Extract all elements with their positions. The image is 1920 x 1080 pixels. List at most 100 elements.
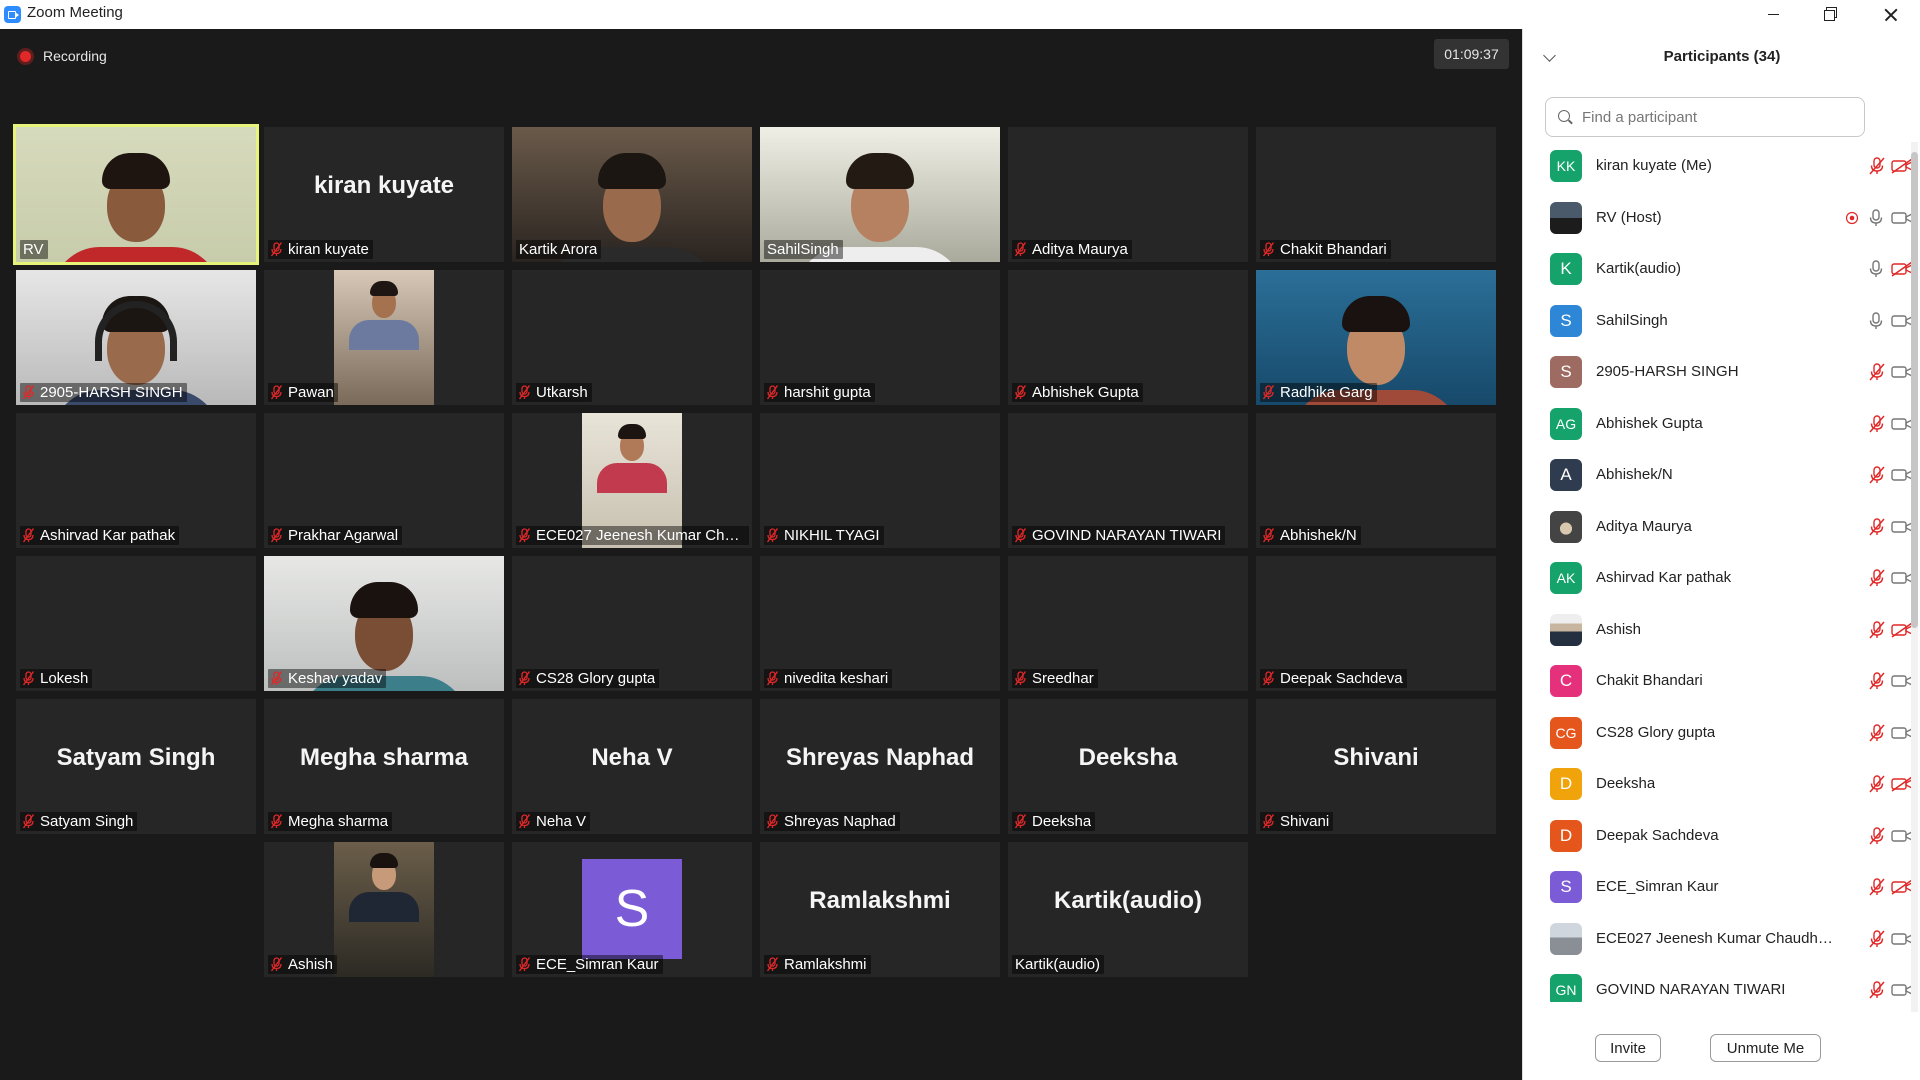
microphone-muted-icon[interactable]: [1869, 517, 1885, 541]
video-camera-icon[interactable]: [1891, 673, 1913, 694]
video-camera-icon[interactable]: [1891, 467, 1913, 488]
video-camera-off-icon[interactable]: [1891, 261, 1913, 282]
video-tile[interactable]: Prakhar Agarwal: [264, 413, 504, 548]
video-tile[interactable]: Satyam Singh Satyam Singh: [16, 699, 256, 834]
participant-row[interactable]: K Kartik(audio): [1523, 245, 1913, 296]
video-tile[interactable]: S ECE_Simran Kaur: [512, 842, 752, 977]
video-camera-icon[interactable]: [1891, 931, 1913, 952]
participant-row[interactable]: Aditya Maurya: [1523, 503, 1913, 554]
participant-name: Kartik Arora: [519, 241, 598, 258]
scrollbar[interactable]: [1911, 142, 1918, 1012]
search-box[interactable]: [1545, 97, 1865, 137]
video-camera-icon[interactable]: [1891, 570, 1913, 591]
participant-row[interactable]: D Deeksha: [1523, 760, 1913, 811]
video-tile[interactable]: Megha sharma Megha sharma: [264, 699, 504, 834]
video-tile[interactable]: ECE027 Jeenesh Kumar Cha...: [512, 413, 752, 548]
minimize-button[interactable]: [1746, 0, 1800, 29]
participant-row[interactable]: AK Ashirvad Kar pathak: [1523, 554, 1913, 605]
video-tile[interactable]: Lokesh: [16, 556, 256, 691]
video-tile[interactable]: Ashirvad Kar pathak: [16, 413, 256, 548]
video-tile[interactable]: Aditya Maurya: [1008, 127, 1248, 262]
video-tile[interactable]: kiran kuyate kiran kuyate: [264, 127, 504, 262]
participant-row[interactable]: CG CS28 Glory gupta: [1523, 709, 1913, 760]
video-hair: [846, 153, 914, 190]
video-tile[interactable]: Deeksha Deeksha: [1008, 699, 1248, 834]
video-tile[interactable]: Shreyas Naphad Shreyas Naphad: [760, 699, 1000, 834]
microphone-muted-icon[interactable]: [1869, 826, 1885, 850]
recording-indicator[interactable]: Recording: [16, 45, 107, 67]
video-tile[interactable]: Ramlakshmi Ramlakshmi: [760, 842, 1000, 977]
video-tile[interactable]: CS28 Glory gupta: [512, 556, 752, 691]
video-tile[interactable]: SahilSingh: [760, 127, 1000, 262]
participant-row[interactable]: S 2905-HARSH SINGH: [1523, 348, 1913, 399]
video-camera-icon[interactable]: [1891, 828, 1913, 849]
microphone-muted-icon[interactable]: [1869, 157, 1885, 180]
video-tile[interactable]: RV: [13, 124, 259, 265]
microphone-muted-icon[interactable]: [1869, 929, 1885, 953]
microphone-muted-icon[interactable]: [1869, 466, 1885, 489]
participant-row[interactable]: KK kiran kuyate (Me): [1523, 142, 1913, 193]
video-tile[interactable]: Kartik Arora: [512, 127, 752, 262]
video-tile[interactable]: Pawan: [264, 270, 504, 405]
video-tile[interactable]: Utkarsh: [512, 270, 752, 405]
mic-muted-icon: [23, 385, 34, 400]
participant-row[interactable]: AG Abhishek Gupta: [1523, 400, 1913, 451]
video-camera-icon[interactable]: [1891, 313, 1913, 334]
participant-row[interactable]: C Chakit Bhandari: [1523, 657, 1913, 708]
microphone-muted-icon[interactable]: [1869, 672, 1885, 695]
video-tile[interactable]: Ashish: [264, 842, 504, 977]
video-tile[interactable]: Sreedhar: [1008, 556, 1248, 691]
microphone-muted-icon[interactable]: [1869, 981, 1885, 1002]
video-tile[interactable]: Abhishek/N: [1256, 413, 1496, 548]
participant-row[interactable]: Ashish: [1523, 606, 1913, 657]
microphone-icon[interactable]: [1869, 260, 1883, 283]
video-camera-icon[interactable]: [1891, 519, 1913, 540]
video-tile[interactable]: Shivani Shivani: [1256, 699, 1496, 834]
video-tile[interactable]: Chakit Bhandari: [1256, 127, 1496, 262]
participant-row[interactable]: ECE027 Jeenesh Kumar Chaudha...: [1523, 915, 1913, 966]
video-camera-off-icon[interactable]: [1891, 621, 1913, 643]
video-camera-icon[interactable]: [1891, 725, 1913, 746]
video-camera-off-icon[interactable]: [1891, 776, 1913, 797]
participant-row[interactable]: S SahilSingh: [1523, 297, 1913, 348]
microphone-muted-icon[interactable]: [1869, 620, 1885, 644]
participant-row[interactable]: RV (Host): [1523, 194, 1913, 245]
video-camera-icon[interactable]: [1891, 210, 1913, 231]
participant-row[interactable]: D Deepak Sachdeva: [1523, 812, 1913, 863]
video-shirt: [349, 320, 419, 350]
participant-row[interactable]: GN GOVIND NARAYAN TIWARI: [1523, 966, 1913, 1002]
restore-button[interactable]: [1803, 0, 1857, 29]
video-tile[interactable]: NIKHIL TYAGI: [760, 413, 1000, 548]
video-tile[interactable]: nivedita keshari: [760, 556, 1000, 691]
microphone-muted-icon[interactable]: [1869, 363, 1885, 386]
video-camera-off-icon[interactable]: [1891, 158, 1913, 179]
video-tile[interactable]: Neha V Neha V: [512, 699, 752, 834]
video-camera-icon[interactable]: [1891, 416, 1913, 437]
search-input[interactable]: [1580, 106, 1854, 128]
video-tile[interactable]: Abhishek Gupta: [1008, 270, 1248, 405]
microphone-muted-icon[interactable]: [1869, 414, 1885, 438]
video-camera-off-icon[interactable]: [1891, 879, 1913, 900]
video-tile[interactable]: Deepak Sachdeva: [1256, 556, 1496, 691]
microphone-muted-icon[interactable]: [1869, 775, 1885, 798]
video-camera-icon[interactable]: [1891, 982, 1913, 1002]
video-tile[interactable]: 2905-HARSH SINGH: [16, 270, 256, 405]
microphone-icon[interactable]: [1869, 311, 1883, 335]
invite-button[interactable]: Invite: [1595, 1034, 1661, 1062]
participant-row[interactable]: S ECE_Simran Kaur: [1523, 863, 1913, 914]
close-button[interactable]: [1862, 0, 1916, 29]
microphone-muted-icon[interactable]: [1869, 878, 1885, 901]
participant-name: Sreedhar: [1032, 670, 1094, 687]
microphone-icon[interactable]: [1869, 208, 1883, 232]
participant-row[interactable]: A Abhishek/N: [1523, 451, 1913, 502]
unmute-me-button[interactable]: Unmute Me: [1710, 1034, 1821, 1062]
video-tile[interactable]: Keshav yadav: [264, 556, 504, 691]
video-tile[interactable]: GOVIND NARAYAN TIWARI: [1008, 413, 1248, 548]
video-camera-icon[interactable]: [1891, 364, 1913, 385]
video-tile[interactable]: Kartik(audio) Kartik(audio): [1008, 842, 1248, 977]
microphone-muted-icon[interactable]: [1869, 569, 1885, 592]
video-tile[interactable]: harshit gupta: [760, 270, 1000, 405]
microphone-muted-icon[interactable]: [1869, 723, 1885, 747]
scroll-thumb[interactable]: [1911, 152, 1918, 628]
video-tile[interactable]: Radhika Garg: [1256, 270, 1496, 405]
